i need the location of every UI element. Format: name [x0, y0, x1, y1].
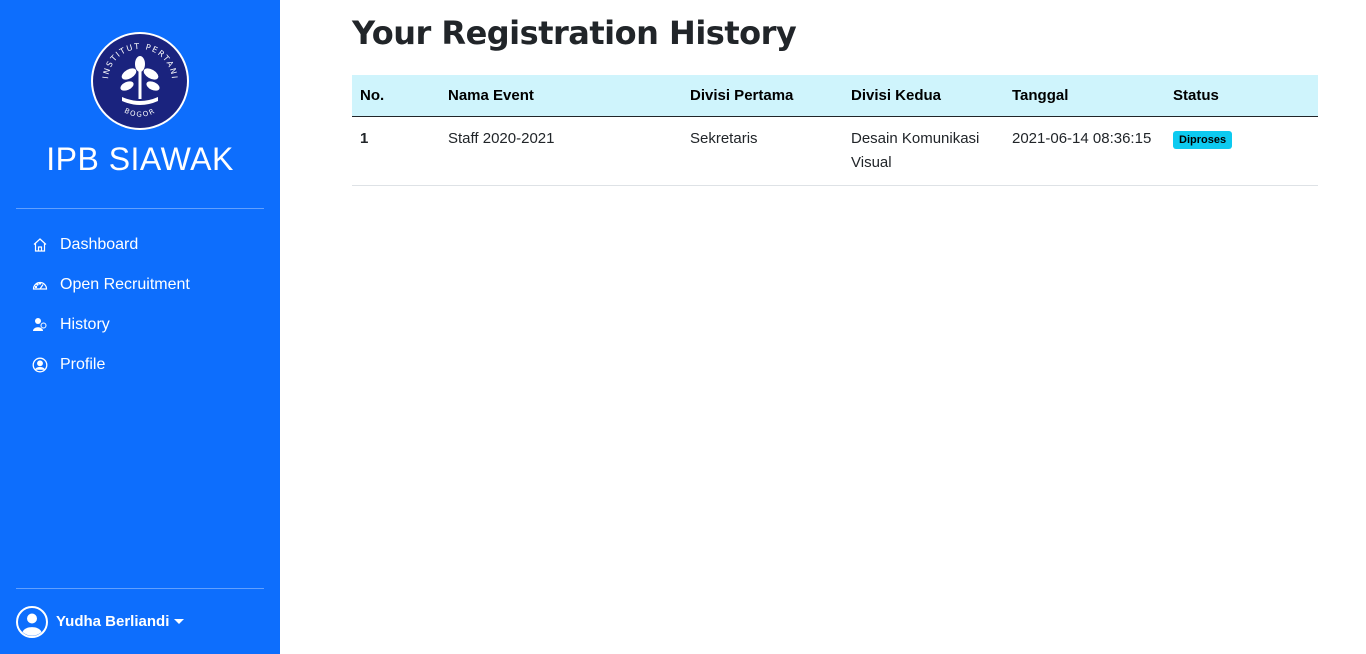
- cell-nama-event: Staff 2020-2021: [440, 116, 682, 186]
- app: INSTITUT PERTANIAN BOGOR IPB SIAWAK: [0, 0, 1366, 654]
- cell-no: 1: [352, 116, 440, 186]
- sidebar-item-label: History: [60, 316, 110, 333]
- sidebar-footer: Yudha Berliandi: [16, 588, 264, 654]
- people-icon: [32, 317, 48, 333]
- sidebar-item-label: Open Recruitment: [60, 276, 190, 293]
- cell-status: Diproses: [1165, 116, 1318, 186]
- user-dropdown[interactable]: Yudha Berliandi: [16, 589, 264, 654]
- cell-tanggal: 2021-06-14 08:36:15: [1004, 116, 1165, 186]
- brand-title: IPB SIAWAK: [46, 141, 234, 177]
- avatar: [16, 605, 48, 638]
- sidebar-link-dashboard[interactable]: Dashboard: [16, 225, 264, 265]
- column-header-status: Status: [1165, 75, 1318, 117]
- user-name: Yudha Berliandi: [56, 613, 170, 630]
- sidebar-item-open-recruitment: Open Recruitment: [16, 265, 264, 305]
- ipb-logo: INSTITUT PERTANIAN BOGOR: [90, 31, 189, 130]
- table-body: 1 Staff 2020-2021 Sekretaris Desain Komu…: [352, 116, 1318, 186]
- speedometer-icon: [32, 277, 48, 293]
- column-header-nama-event: Nama Event: [440, 75, 682, 117]
- status-badge: Diproses: [1173, 130, 1233, 149]
- column-header-divisi-kedua: Divisi Kedua: [843, 75, 1004, 117]
- table-header-row: No. Nama Event Divisi Pertama Divisi Ked…: [352, 75, 1318, 117]
- chevron-down-icon: [174, 619, 185, 624]
- brand[interactable]: INSTITUT PERTANIAN BOGOR IPB SIAWAK: [16, 16, 264, 178]
- person-circle-icon: [32, 357, 48, 373]
- sidebar-nav: Dashboard Open Recruitment History Profi…: [16, 225, 264, 385]
- house-icon: [32, 237, 48, 253]
- sidebar-item-dashboard: Dashboard: [16, 225, 264, 265]
- cell-divisi-pertama: Sekretaris: [682, 116, 843, 186]
- page-title: Your Registration History: [352, 14, 797, 52]
- sidebar-item-history: History: [16, 305, 264, 345]
- sidebar: INSTITUT PERTANIAN BOGOR IPB SIAWAK: [0, 0, 280, 654]
- column-header-tanggal: Tanggal: [1004, 75, 1165, 117]
- sidebar-link-open-recruitment[interactable]: Open Recruitment: [16, 265, 264, 305]
- column-header-no: No.: [352, 75, 440, 117]
- sidebar-item-label: Profile: [60, 356, 106, 373]
- sidebar-divider: [16, 208, 264, 209]
- registration-history-table: No. Nama Event Divisi Pertama Divisi Ked…: [352, 75, 1318, 186]
- table-header: No. Nama Event Divisi Pertama Divisi Ked…: [352, 75, 1318, 117]
- cell-divisi-kedua: Desain Komunikasi Visual: [843, 116, 1004, 186]
- column-header-divisi-pertama: Divisi Pertama: [682, 75, 843, 117]
- sidebar-link-history[interactable]: History: [16, 305, 264, 345]
- main-content: Your Registration History No. Nama Event…: [280, 0, 1366, 654]
- sidebar-link-profile[interactable]: Profile: [16, 345, 264, 385]
- sidebar-item-profile: Profile: [16, 345, 264, 385]
- table-row: 1 Staff 2020-2021 Sekretaris Desain Komu…: [352, 116, 1318, 186]
- sidebar-item-label: Dashboard: [60, 236, 139, 253]
